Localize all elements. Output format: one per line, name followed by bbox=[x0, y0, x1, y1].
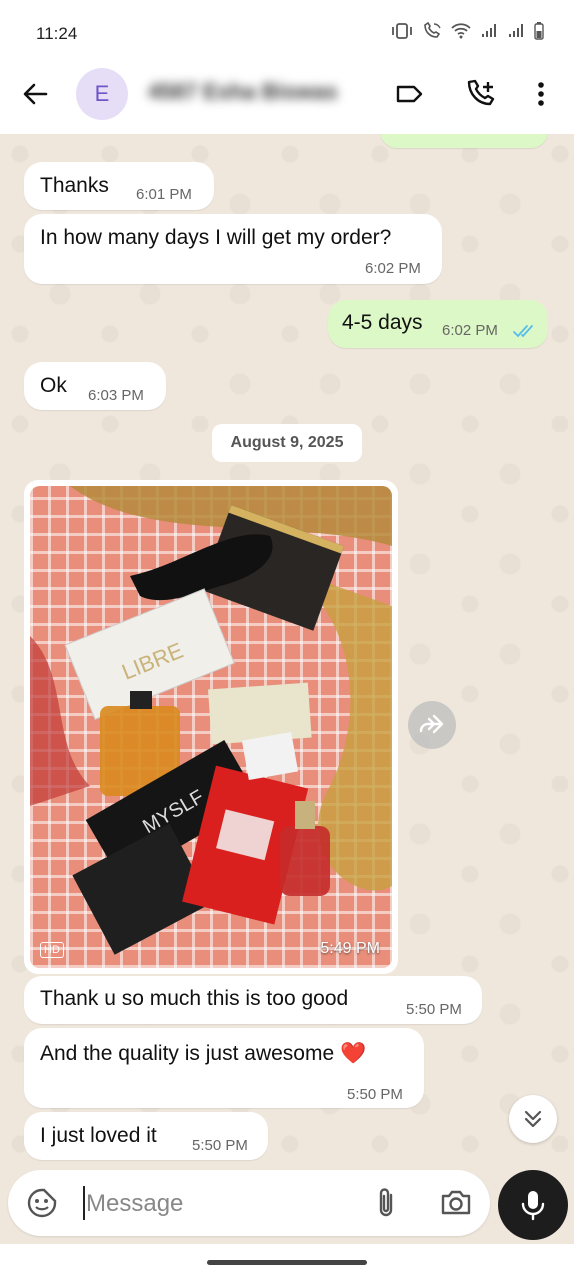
date-separator: August 9, 2025 bbox=[212, 424, 362, 462]
message-time: 5:50 PM bbox=[192, 1137, 248, 1154]
message-bubble-outgoing[interactable]: 4-5 days 6:02 PM bbox=[328, 300, 548, 348]
camera-icon bbox=[441, 1190, 471, 1215]
message-bubble-incoming[interactable]: I just loved it 5:50 PM bbox=[24, 1112, 268, 1160]
more-vertical-icon bbox=[538, 82, 544, 106]
battery-icon bbox=[534, 22, 544, 45]
wifi-call-icon bbox=[422, 21, 442, 45]
image-message[interactable]: LIBRE MYSLF HD 5:49 PM bbox=[24, 480, 398, 974]
signal-icon bbox=[480, 23, 498, 44]
double-chevron-down-icon bbox=[524, 1110, 542, 1128]
message-input-container[interactable]: Message bbox=[8, 1170, 490, 1236]
message-text: And the quality is just awesome ❤️ bbox=[40, 1042, 367, 1065]
phone-plus-icon bbox=[467, 79, 495, 106]
hd-badge: HD bbox=[40, 942, 64, 958]
back-button[interactable] bbox=[20, 78, 52, 110]
message-time: 5:50 PM bbox=[406, 1001, 462, 1018]
microphone-icon bbox=[521, 1191, 545, 1221]
photo-time: 5:49 PM bbox=[320, 940, 380, 957]
message-input[interactable]: Message bbox=[86, 1190, 183, 1218]
message-text: Thanks bbox=[40, 174, 109, 197]
message-bubble-clipped[interactable] bbox=[380, 134, 548, 148]
status-icons bbox=[391, 21, 544, 45]
scroll-to-bottom-button[interactable] bbox=[509, 1095, 557, 1143]
message-time: 5:50 PM bbox=[347, 1086, 403, 1103]
message-bubble-incoming[interactable]: In how many days I will get my order? 6:… bbox=[24, 214, 442, 284]
avatar-letter: E bbox=[94, 81, 110, 106]
more-options-button[interactable] bbox=[525, 78, 557, 110]
message-bubble-incoming[interactable]: Thanks 6:01 PM bbox=[24, 162, 214, 210]
vibrate-icon bbox=[391, 23, 413, 44]
add-call-button[interactable] bbox=[463, 78, 495, 110]
message-bubble-incoming[interactable]: And the quality is just awesome ❤️ 5:50 … bbox=[24, 1028, 424, 1108]
label-icon bbox=[396, 85, 423, 103]
compose-bar: Message bbox=[0, 1170, 574, 1244]
read-ticks-icon bbox=[513, 325, 533, 338]
message-time: 6:03 PM bbox=[88, 387, 144, 404]
system-nav-bar bbox=[0, 1244, 574, 1280]
message-text: In how many days I will get my order? bbox=[40, 226, 392, 249]
text-caret bbox=[83, 1186, 85, 1220]
photo[interactable]: LIBRE MYSLF HD 5:49 PM bbox=[30, 486, 392, 968]
attach-button[interactable] bbox=[372, 1186, 400, 1225]
message-bubble-incoming[interactable]: Ok 6:03 PM bbox=[24, 362, 166, 410]
message-text: Thank u so much this is too good bbox=[40, 987, 349, 1010]
paperclip-icon bbox=[379, 1188, 393, 1217]
message-text: Ok bbox=[40, 374, 67, 397]
label-button[interactable] bbox=[393, 78, 425, 110]
message-text: 4-5 days bbox=[342, 311, 423, 334]
chat-area[interactable]: Thanks 6:01 PM In how many days I will g… bbox=[0, 134, 574, 1170]
status-time: 11:24 bbox=[36, 24, 78, 43]
home-gesture-handle[interactable] bbox=[207, 1260, 367, 1265]
status-bar: 11:24 bbox=[0, 0, 574, 64]
chat-header: E 4587 Esha Biswas bbox=[0, 64, 574, 134]
voice-record-button[interactable] bbox=[498, 1170, 568, 1240]
sticker-button[interactable] bbox=[26, 1187, 58, 1224]
contact-name[interactable]: 4587 Esha Biswas bbox=[148, 79, 338, 105]
camera-button[interactable] bbox=[440, 1187, 472, 1222]
arrow-left-icon bbox=[23, 83, 48, 105]
message-text: I just loved it bbox=[40, 1124, 157, 1147]
signal-icon-2 bbox=[507, 23, 525, 44]
sticker-icon bbox=[27, 1188, 57, 1218]
photo-content: LIBRE MYSLF bbox=[30, 486, 392, 955]
message-time: 6:02 PM bbox=[442, 322, 498, 339]
forward-button[interactable] bbox=[408, 701, 456, 749]
message-bubble-incoming[interactable]: Thank u so much this is too good 5:50 PM bbox=[24, 976, 482, 1024]
wifi-icon bbox=[451, 23, 471, 44]
avatar[interactable]: E bbox=[76, 68, 128, 120]
forward-icon bbox=[419, 714, 444, 734]
message-time: 6:01 PM bbox=[136, 186, 192, 203]
message-time: 6:02 PM bbox=[365, 260, 421, 277]
